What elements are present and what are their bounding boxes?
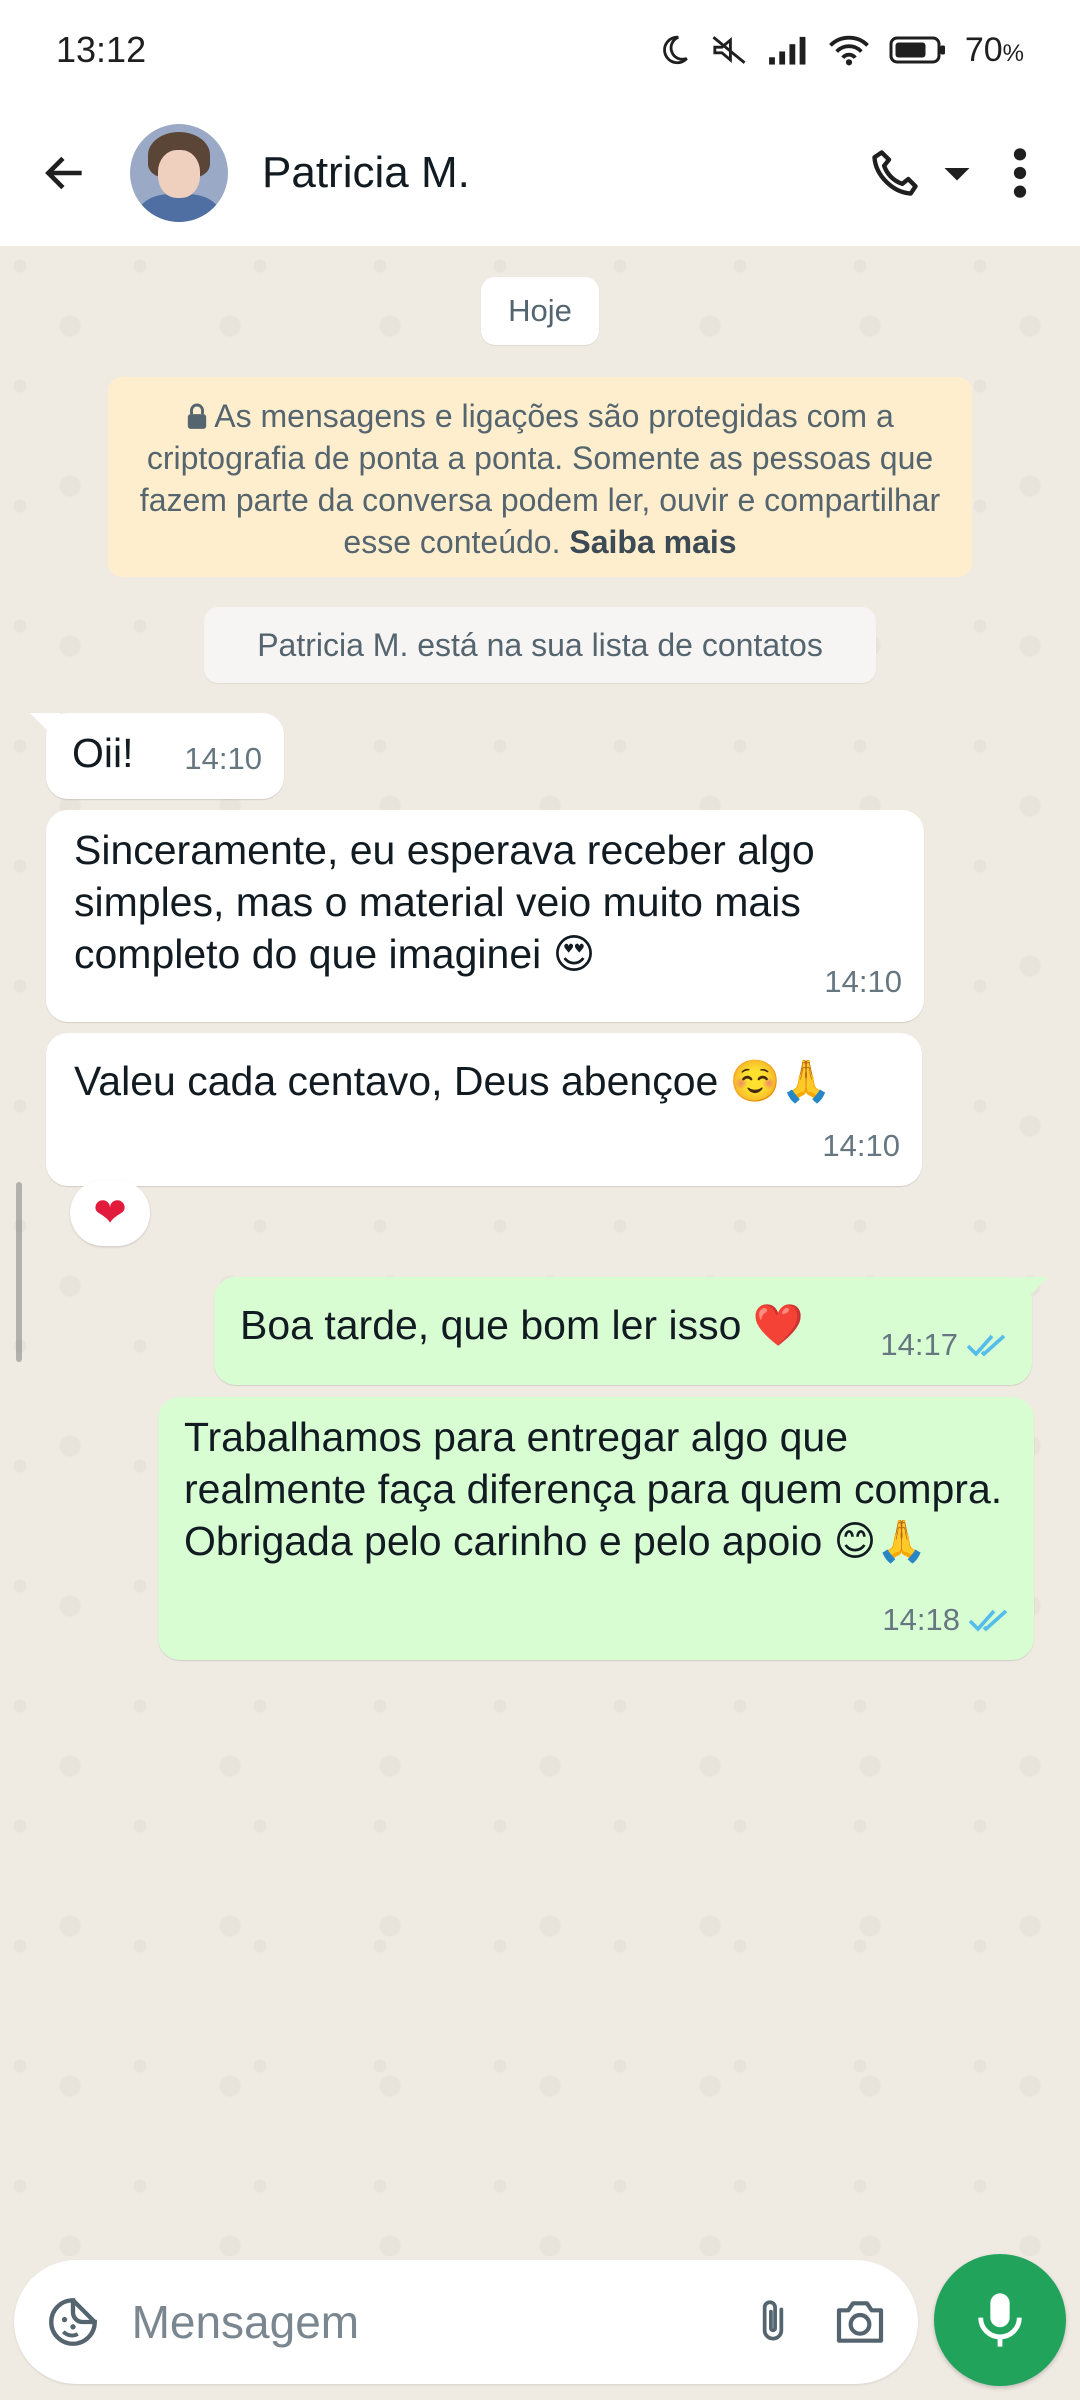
attach-button[interactable] <box>730 2260 817 2384</box>
contact-name[interactable]: Patricia M. <box>262 148 866 198</box>
scroll-indicator[interactable] <box>16 1182 22 1362</box>
message-meta: 14:17 <box>880 1319 1010 1371</box>
message-text: Trabalhamos para entregar algo que realm… <box>184 1414 1003 1564</box>
message-composer <box>14 2260 918 2384</box>
message-bubble[interactable]: Sinceramente, eu esperava receber algo s… <box>46 810 924 1022</box>
message-time: 14:10 <box>824 964 902 999</box>
voice-message-button[interactable] <box>934 2254 1066 2386</box>
more-vert-icon <box>1013 148 1027 198</box>
status-time: 13:12 <box>56 29 147 70</box>
message-time: 14:10 <box>184 741 262 776</box>
camera-button[interactable] <box>817 2260 904 2384</box>
learn-more-link[interactable]: Saiba mais <box>569 524 736 560</box>
moon-icon <box>657 33 691 67</box>
back-arrow-icon <box>45 156 82 190</box>
sticker-icon <box>48 2298 97 2346</box>
message-text: Sinceramente, eu esperava receber algo s… <box>74 827 815 977</box>
message-bubble[interactable]: Boa tarde, que bom ler isso ❤️ 14:17 <box>214 1277 1032 1385</box>
message-bubble[interactable]: Valeu cada centavo, Deus abençoe ☺️🙏 14:… <box>46 1033 922 1186</box>
dropdown-caret-icon <box>944 168 970 181</box>
status-bar: 13:12 70% <box>0 0 1080 100</box>
camera-icon <box>837 2301 884 2343</box>
wifi-icon <box>827 33 871 67</box>
mute-icon <box>709 33 749 67</box>
message-input[interactable] <box>131 2282 730 2362</box>
status-icons: 70% <box>657 31 1024 70</box>
more-options-button[interactable] <box>990 146 1050 200</box>
phone-icon <box>872 150 918 196</box>
message-meta: 14:10 <box>824 956 902 1008</box>
message-bubble[interactable]: Oii! 14:10 <box>46 713 284 799</box>
contact-notice: Patricia M. está na sua lista de contato… <box>204 607 876 683</box>
encryption-notice[interactable]: As mensagens e ligações são protegidas c… <box>108 377 972 577</box>
message-time: 14:10 <box>822 1128 900 1163</box>
heart-reaction[interactable]: ❤ <box>70 1180 150 1246</box>
date-chip: Hoje <box>481 277 599 345</box>
encryption-notice-text: As mensagens e ligações são protegidas c… <box>139 398 941 560</box>
call-button[interactable] <box>866 144 924 202</box>
call-options-dropdown[interactable] <box>942 158 972 188</box>
message-time: 14:17 <box>880 1327 958 1362</box>
message-meta: 14:10 <box>822 1120 900 1172</box>
double-check-icon <box>968 1609 1008 1632</box>
lock-icon <box>188 403 207 429</box>
sticker-button[interactable] <box>14 2260 132 2384</box>
avatar[interactable] <box>130 124 228 222</box>
message-text: Valeu cada centavo, Deus abençoe ☺️🙏 <box>74 1058 832 1104</box>
message-time: 14:18 <box>882 1602 960 1637</box>
message-bubble[interactable]: Trabalhamos para entregar algo que realm… <box>158 1397 1034 1660</box>
microphone-icon <box>978 2293 1022 2347</box>
heart-icon: ❤ <box>93 1191 127 1235</box>
header-actions <box>866 144 1080 202</box>
message-meta: 14:18 <box>882 1594 1012 1646</box>
double-check-icon <box>966 1334 1006 1357</box>
back-button[interactable] <box>0 100 130 246</box>
signal-icon <box>767 34 809 66</box>
battery-percent: 70% <box>964 30 1024 69</box>
chat-header: Patricia M. <box>0 100 1080 246</box>
message-meta: 14:10 <box>184 733 262 785</box>
battery-icon <box>889 35 947 65</box>
attachment-icon <box>762 2300 784 2341</box>
